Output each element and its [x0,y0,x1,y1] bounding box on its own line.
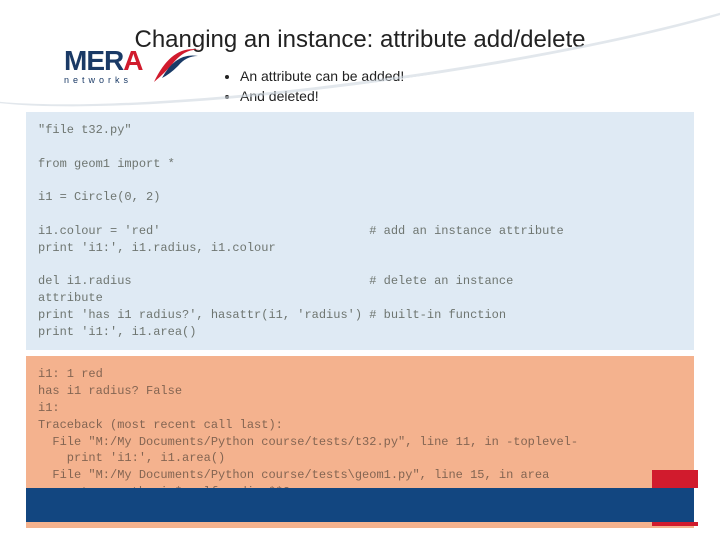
logo-main: MER [64,45,123,76]
footer-accent-block [652,470,698,488]
source-code-block: "file t32.py" from geom1 import * i1 = C… [26,112,694,350]
logo-swoosh-icon [152,42,202,86]
footer-accent-line [652,522,698,526]
brand-logo: MERA networks [64,48,184,85]
logo-accent: A [123,45,142,76]
footer-band [26,488,694,522]
